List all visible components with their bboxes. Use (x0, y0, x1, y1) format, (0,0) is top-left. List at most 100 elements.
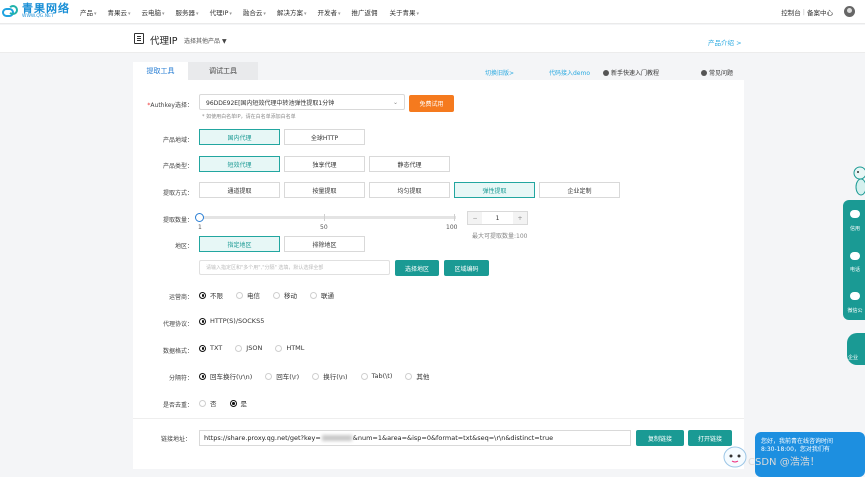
count-slider-handle[interactable] (195, 213, 204, 222)
separator-radio-group: 回车换行(\r\n) 回车(\r) 换行(\n) Tab(\t) 其他 (199, 371, 442, 381)
wechat-icon (850, 292, 860, 300)
chevron-down-icon: ▾ (94, 11, 97, 17)
option-specify-area[interactable]: 指定地区 (199, 236, 280, 252)
link-address-label: 链接地址： (161, 436, 192, 443)
nav-item-about[interactable]: 关于青果▾ (389, 7, 419, 17)
authkey-label: *Authkey选择： (147, 102, 193, 109)
radio-isp-unicom[interactable]: 联通 (310, 290, 334, 300)
quantity-input[interactable]: 1 (482, 215, 513, 222)
extract-method-label: 提取方式： (162, 190, 193, 197)
chat-mascot-icon[interactable] (720, 440, 750, 470)
option-elastic-extract[interactable]: 弹性提取 (454, 182, 535, 198)
logo[interactable]: 青果网络 WWW.QG.NET (2, 3, 70, 20)
avatar[interactable] (844, 6, 855, 17)
option-uniform-extract[interactable]: 均匀提取 (369, 182, 450, 198)
cloud-logo-icon (2, 4, 19, 19)
help-icon (701, 70, 707, 76)
radio-format-html[interactable]: HTML (275, 344, 304, 352)
chevron-down-icon: ▾ (196, 11, 199, 17)
radio-format-json[interactable]: JSON (235, 344, 262, 352)
isp-label: 运营商： (168, 294, 193, 301)
increment-button[interactable]: + (513, 212, 527, 224)
nav-item-products[interactable]: 产品▾ (80, 7, 97, 17)
radio-isp-mobile[interactable]: 移动 (273, 290, 297, 300)
option-volume-extract[interactable]: 按量提取 (284, 182, 365, 198)
count-slider-track[interactable] (200, 216, 456, 219)
free-trial-button[interactable]: 免费试用 (409, 95, 454, 112)
copy-link-button[interactable]: 复制链接 (636, 430, 684, 446)
sidebar-item-wechat[interactable]: 微信公 (845, 307, 865, 314)
faq-link[interactable]: 常见问题 (701, 68, 733, 77)
option-short-term-proxy[interactable]: 短效代理 (199, 156, 280, 172)
console-link[interactable]: 控制台 (781, 7, 801, 17)
radio-separator-lf[interactable]: 换行(\n) (312, 371, 348, 381)
nav-item-qingguo-cloud[interactable]: 青果云▾ (108, 7, 131, 17)
nav-item-developers[interactable]: 开发者▾ (317, 7, 340, 17)
code-demo-link[interactable]: 代码接入demo (549, 68, 590, 77)
record-center-link[interactable]: 备案中心 (807, 7, 833, 17)
tab-bar: 提取工具 调试工具 切换旧版> 代码接入demo 新手快速入门教程 常见问题 (133, 62, 744, 80)
play-icon (603, 70, 609, 76)
slider-min-label: 1 (198, 224, 202, 231)
quantity-stepper: − 1 + (467, 211, 528, 225)
max-count-text: 最大可提取数量:100 (472, 233, 528, 240)
credit-icon (850, 210, 860, 218)
chevron-down-icon: ▾ (416, 11, 419, 17)
radio-isp-telecom[interactable]: 电信 (236, 290, 260, 300)
radio-protocol-http-socks5[interactable]: HTTP(S)/SOCKS5 (199, 317, 264, 325)
extract-count-label: 提取数量： (162, 217, 193, 224)
option-dedicated-proxy[interactable]: 独享代理 (284, 156, 365, 172)
tab-extract-tool[interactable]: 提取工具 (133, 62, 188, 80)
product-switcher[interactable]: 选择其他产品 ▼ (184, 36, 227, 45)
floating-service-sidebar (843, 200, 865, 320)
protocol-radio-group: HTTP(S)/SOCKS5 (199, 317, 277, 325)
format-radio-group: TXT JSON HTML (199, 344, 317, 352)
product-intro-link[interactable]: 产品介绍 > (708, 37, 742, 47)
option-channel-extract[interactable]: 通道提取 (199, 182, 280, 198)
whitelist-hint: * 如使用白名单IP，请在白名单添加白名单 (202, 114, 296, 120)
caret-down-icon: ▼ (222, 38, 227, 45)
tab-debug-tool[interactable]: 调试工具 (188, 62, 258, 80)
radio-isp-any[interactable]: 不限 (199, 290, 223, 300)
sidebar-item-credit[interactable]: 信用 (845, 225, 865, 232)
sidebar-item-phone[interactable]: 电话 (845, 266, 865, 273)
radio-distinct-yes[interactable]: 是 (229, 398, 247, 408)
link-address-field[interactable]: https://share.proxy.qg.net/get?key= &num=… (199, 430, 631, 446)
quick-start-link[interactable]: 新手快速入门教程 (603, 68, 659, 77)
nav-item-proxy-ip[interactable]: 代理IP▾ (210, 7, 232, 17)
page-title: 代理IP (150, 36, 178, 47)
radio-distinct-no[interactable]: 否 (199, 398, 217, 408)
option-global-http[interactable]: 全球HTTP (284, 129, 365, 145)
radio-separator-tab[interactable]: Tab(\t) (360, 372, 392, 380)
chevron-down-icon: ⌄ (392, 98, 398, 106)
data-format-label: 数据格式： (162, 348, 193, 355)
nav-item-servers[interactable]: 服务器▾ (176, 7, 199, 17)
nav-item-cloud-pc[interactable]: 云电脑▾ (142, 7, 165, 17)
nav-item-fusion-cloud[interactable]: 融合云▾ (243, 7, 266, 17)
chevron-down-icon: ▾ (337, 11, 341, 17)
radio-format-txt[interactable]: TXT (199, 344, 222, 352)
radio-separator-cr[interactable]: 回车(\r) (265, 371, 299, 381)
logo-name: 青果网络 (22, 2, 70, 15)
phone-icon (850, 252, 860, 260)
radio-separator-crlf[interactable]: 回车换行(\r\n) (199, 371, 252, 381)
nav-item-referral[interactable]: 推广返佣 (351, 7, 378, 17)
switch-old-version-link[interactable]: 切换旧版> (485, 68, 514, 77)
authkey-select[interactable]: 96DDE92E[国内短效代理中转池弹性提取1分钟 ⌄ (199, 94, 405, 110)
option-enterprise-custom[interactable]: 企业定制 (539, 182, 620, 198)
decrement-button[interactable]: − (468, 212, 482, 224)
option-domestic-proxy[interactable]: 国内代理 (199, 129, 280, 145)
document-icon (134, 33, 144, 44)
radio-separator-other[interactable]: 其他 (405, 371, 429, 381)
chevron-down-icon: ▾ (128, 11, 131, 17)
option-exclude-area[interactable]: 排除地区 (284, 236, 365, 252)
option-static-proxy[interactable]: 静态代理 (369, 156, 450, 172)
distinct-label: 是否去重： (162, 402, 193, 409)
select-area-button[interactable]: 选择地区 (395, 260, 439, 276)
area-code-button[interactable]: 区域编码 (444, 260, 489, 276)
nav-item-solutions[interactable]: 解决方案▾ (277, 7, 307, 17)
enterprise-label: 企业 (848, 355, 859, 361)
area-input[interactable]: 请输入指定区和"多个用","分隔" 选填，默认选择全部 (199, 260, 390, 275)
product-subheader: 代理IP 选择其他产品 ▼ 产品介绍 > (0, 25, 865, 53)
slider-max-label: 100 (446, 224, 458, 231)
